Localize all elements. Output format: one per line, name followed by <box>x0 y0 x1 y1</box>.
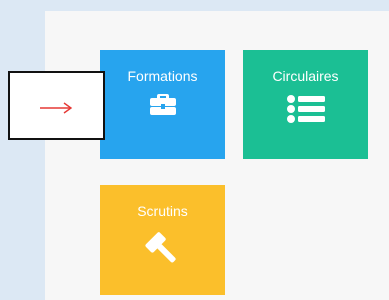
tile-scrutins-label: Scrutins <box>137 203 188 219</box>
briefcase-icon <box>149 92 177 121</box>
gavel-icon <box>143 227 183 272</box>
annotation-box <box>8 71 105 140</box>
tile-circulaires[interactable]: Circulaires <box>243 50 368 159</box>
list-icon <box>286 94 326 129</box>
tile-scrutins[interactable]: Scrutins <box>100 185 225 295</box>
red-arrow-icon <box>39 101 73 119</box>
tile-formations-label: Formations <box>127 68 198 84</box>
tile-formations[interactable]: Formations <box>100 50 225 159</box>
tile-circulaires-label: Circulaires <box>272 68 339 84</box>
